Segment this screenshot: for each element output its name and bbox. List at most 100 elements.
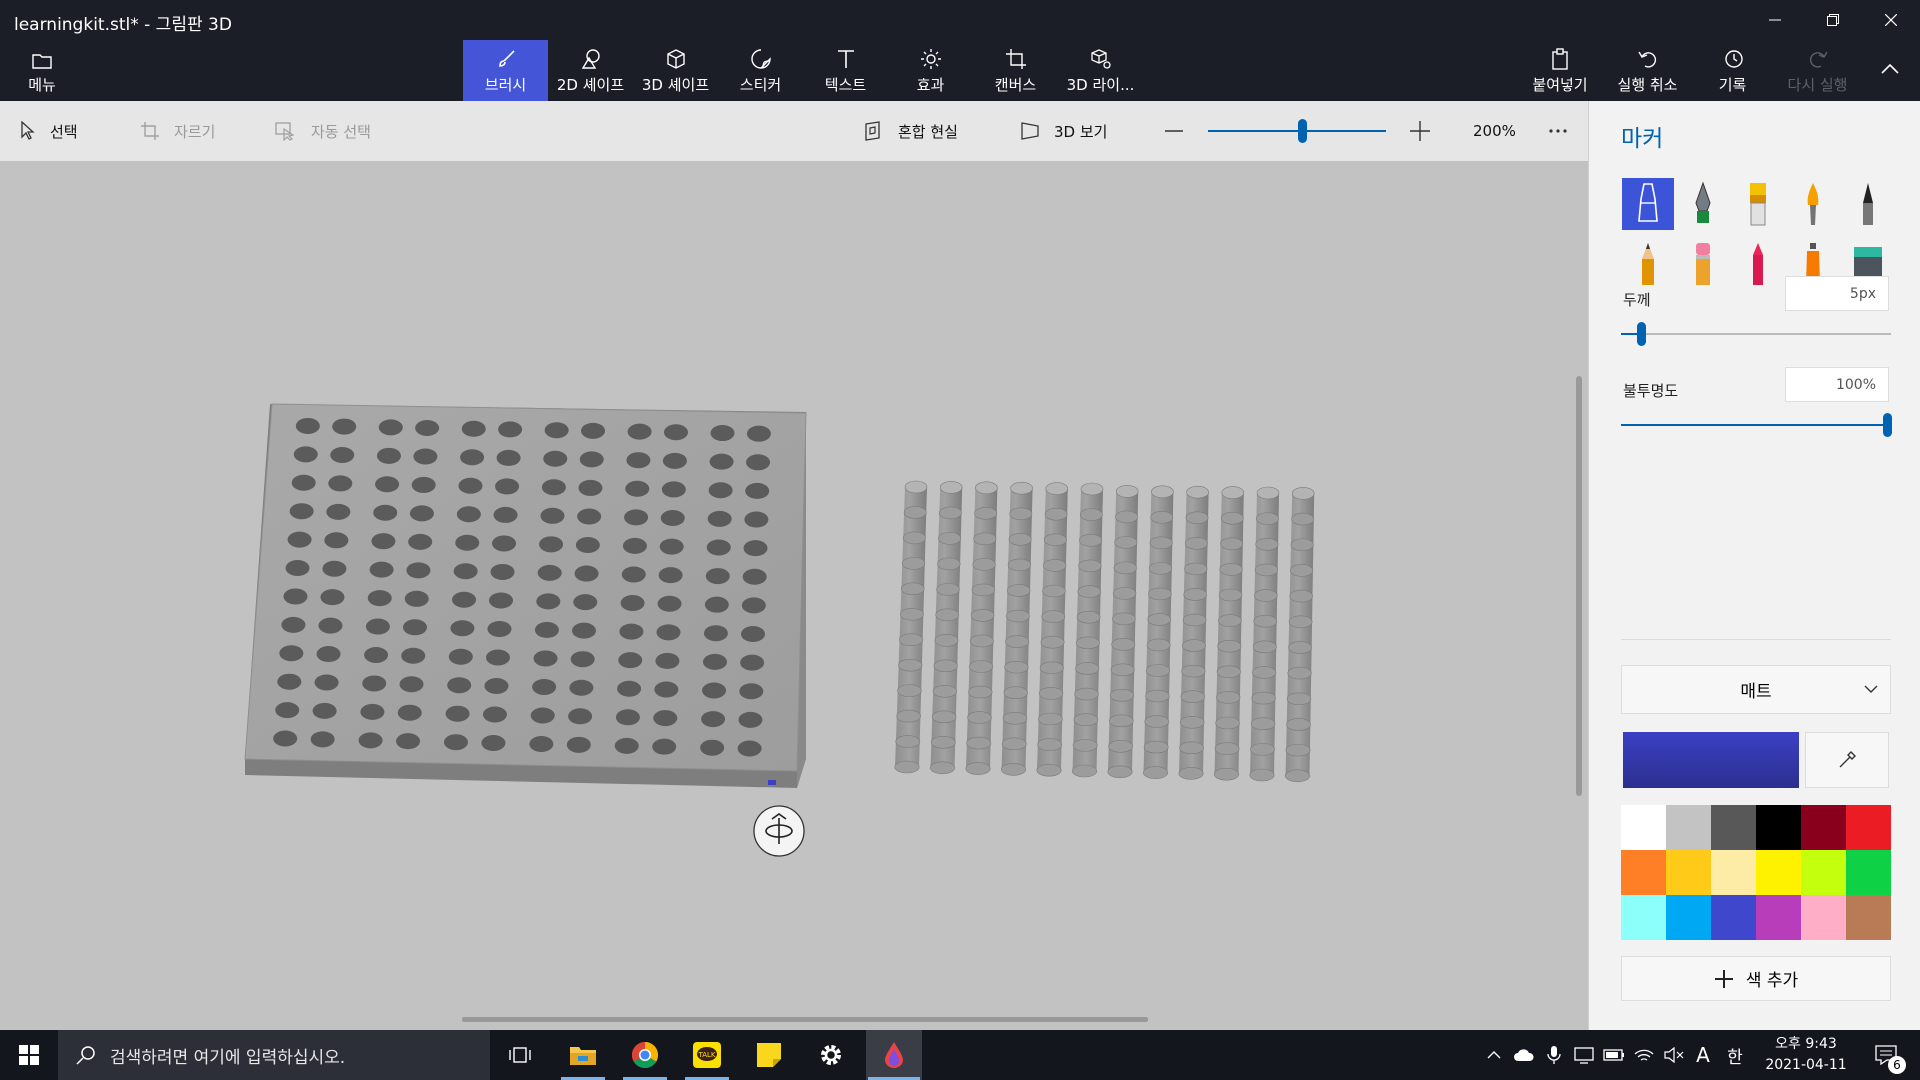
palette-swatch[interactable] <box>1756 895 1801 940</box>
window-title: learningkit.stl* - 그림판 3D <box>14 15 232 35</box>
palette-swatch[interactable] <box>1621 805 1666 850</box>
opacity-input[interactable]: 100% <box>1785 367 1889 402</box>
volume-muted-icon[interactable] <box>1660 1030 1688 1080</box>
close-button[interactable] <box>1868 0 1914 40</box>
palette-swatch[interactable] <box>1801 850 1846 895</box>
paste-button[interactable]: 붙여넣기 <box>1525 40 1595 101</box>
action-center-button[interactable]: 6 <box>1866 1030 1906 1080</box>
palette-swatch[interactable] <box>1756 850 1801 895</box>
calligraphy-pen-tool[interactable] <box>1677 178 1729 230</box>
tab-2d-shapes[interactable]: 2D 셰이프 <box>548 40 633 101</box>
pin-grid-model[interactable] <box>894 480 1315 783</box>
current-color-swatch[interactable] <box>1623 732 1799 788</box>
language-indicator[interactable]: 한 <box>1720 1030 1750 1080</box>
tab-stickers[interactable]: 스티커 <box>718 40 803 101</box>
palette-swatch[interactable] <box>1666 805 1711 850</box>
settings-button[interactable] <box>805 1030 857 1080</box>
view-3d-button[interactable]: 3D 보기 <box>1020 101 1107 161</box>
palette-swatch[interactable] <box>1846 895 1891 940</box>
marker-tool[interactable] <box>1622 178 1674 230</box>
zoom-slider-thumb[interactable] <box>1298 119 1308 143</box>
restore-button[interactable] <box>1810 0 1856 40</box>
oil-brush-tool[interactable] <box>1732 178 1784 230</box>
undo-button[interactable]: 실행 취소 <box>1610 40 1685 101</box>
palette-swatch[interactable] <box>1711 805 1756 850</box>
opacity-slider[interactable] <box>1621 413 1892 437</box>
paint3d-taskbar-button[interactable] <box>866 1030 922 1080</box>
sticky-notes-button[interactable] <box>743 1030 795 1080</box>
horizontal-scrollbar[interactable] <box>462 1017 1148 1022</box>
show-hidden-icons-button[interactable] <box>1480 1030 1508 1080</box>
palette-swatch[interactable] <box>1756 805 1801 850</box>
plate-hole <box>397 704 422 721</box>
thickness-thumb[interactable] <box>1636 322 1646 346</box>
canvas-area[interactable] <box>0 161 1588 1030</box>
search-box[interactable]: 검색하려면 여기에 입력하십시오. <box>58 1030 490 1080</box>
plate-hole <box>289 503 314 520</box>
pixel-pen-tool[interactable] <box>1842 178 1894 230</box>
3d-scene[interactable] <box>0 161 1588 1030</box>
pegboard-model[interactable] <box>244 403 807 788</box>
start-button[interactable] <box>0 1030 58 1080</box>
plate-hole <box>443 734 468 751</box>
pencil-tool[interactable] <box>1622 238 1674 290</box>
file-explorer-button[interactable] <box>557 1030 609 1080</box>
kakaotalk-icon: TALK <box>693 1042 721 1068</box>
zoom-slider-track[interactable] <box>1208 119 1386 143</box>
tab-canvas[interactable]: 캔버스 <box>973 40 1058 101</box>
select-tool[interactable]: 선택 <box>20 101 78 161</box>
palette-swatch[interactable] <box>1711 895 1756 940</box>
paste-icon <box>1552 48 1568 70</box>
crayon-tool[interactable] <box>1732 238 1784 290</box>
palette-swatch[interactable] <box>1621 895 1666 940</box>
tab-effects[interactable]: 효과 <box>888 40 973 101</box>
minimize-button[interactable] <box>1752 0 1798 40</box>
mixed-reality-button[interactable]: 혼합 현실 <box>864 101 958 161</box>
redo-button[interactable]: 다시 실행 <box>1780 40 1855 101</box>
pin-top <box>1009 507 1033 521</box>
palette-swatch[interactable] <box>1666 895 1711 940</box>
pin-column <box>1000 481 1033 776</box>
zoom-out-button[interactable] <box>1164 101 1198 161</box>
pin-top <box>1250 717 1276 731</box>
battery-icon[interactable] <box>1600 1030 1628 1080</box>
eyedropper-button[interactable] <box>1805 732 1889 788</box>
eraser-tool[interactable] <box>1677 238 1729 290</box>
vertical-scrollbar[interactable] <box>1576 376 1582 796</box>
finish-dropdown[interactable]: 매트 <box>1621 665 1891 714</box>
palette-swatch[interactable] <box>1801 895 1846 940</box>
palette-swatch[interactable] <box>1666 850 1711 895</box>
thickness-slider[interactable] <box>1621 322 1891 346</box>
crop-tool[interactable]: 자르기 <box>140 101 215 161</box>
magic-select-tool[interactable]: 자동 선택 <box>275 101 371 161</box>
tab-3d-shapes[interactable]: 3D 셰이프 <box>633 40 718 101</box>
wifi-icon[interactable] <box>1630 1030 1658 1080</box>
palette-swatch[interactable] <box>1621 850 1666 895</box>
tab-text[interactable]: 텍스트 <box>803 40 888 101</box>
opacity-thumb[interactable] <box>1883 413 1892 437</box>
display-icon[interactable] <box>1570 1030 1598 1080</box>
zoom-slider[interactable] <box>1208 101 1386 161</box>
more-options-button[interactable] <box>1548 101 1582 161</box>
collapse-ribbon-button[interactable] <box>1870 40 1910 101</box>
menu-button[interactable]: 메뉴 <box>16 40 68 101</box>
watercolor-tool[interactable] <box>1787 178 1839 230</box>
input-mode-indicator[interactable]: A <box>1690 1030 1716 1080</box>
kakaotalk-button[interactable]: TALK <box>681 1030 733 1080</box>
add-color-button[interactable]: 색 추가 <box>1621 956 1891 1001</box>
chrome-button[interactable] <box>619 1030 671 1080</box>
palette-swatch[interactable] <box>1846 805 1891 850</box>
task-view-button[interactable] <box>497 1030 543 1080</box>
thickness-input[interactable]: 5px <box>1785 276 1889 311</box>
palette-swatch[interactable] <box>1711 850 1756 895</box>
microphone-icon[interactable] <box>1540 1030 1568 1080</box>
onedrive-icon[interactable] <box>1510 1030 1538 1080</box>
tab-brushes[interactable]: 브러시 <box>463 40 548 101</box>
palette-swatch[interactable] <box>1801 805 1846 850</box>
history-button[interactable]: 기록 <box>1700 40 1765 101</box>
rotate-handle[interactable] <box>753 805 805 857</box>
tab-3d-library[interactable]: 3D 라이... <box>1058 40 1143 101</box>
clock[interactable]: 오후 9:43 2021-04-11 <box>1756 1034 1856 1076</box>
palette-swatch[interactable] <box>1846 850 1891 895</box>
zoom-in-button[interactable] <box>1409 101 1445 161</box>
